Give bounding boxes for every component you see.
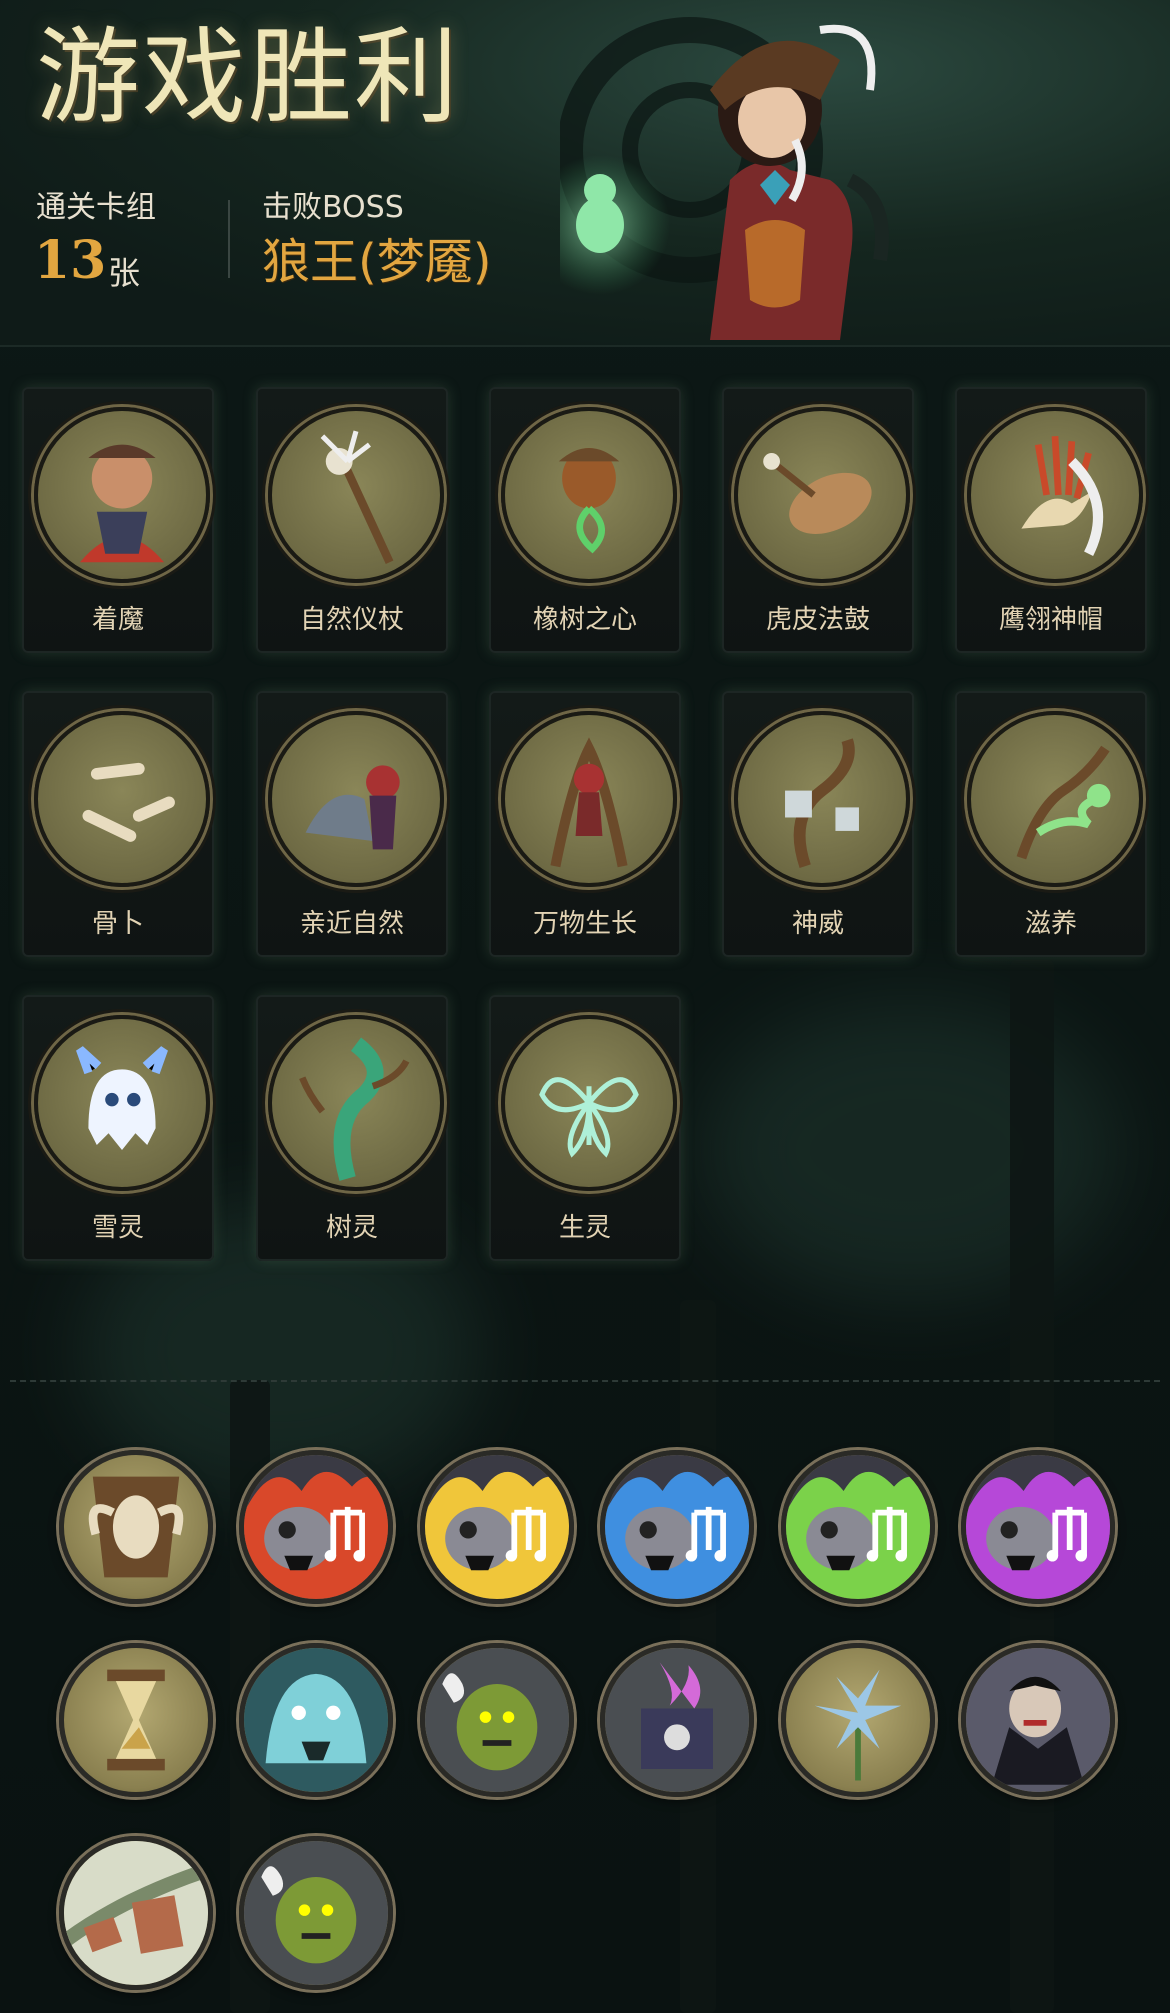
butterfly-spirit-icon <box>501 1015 677 1191</box>
deck-unit: 张 <box>108 254 141 292</box>
deck-card[interactable]: 着魔 <box>22 387 214 653</box>
deck-card[interactable]: 神威 <box>722 691 914 957</box>
deck-card[interactable]: 虎皮法鼓 <box>722 387 914 653</box>
card-label: 生灵 <box>558 1213 611 1243</box>
deck-card[interactable]: 生灵 <box>489 995 681 1261</box>
deck-card[interactable]: 亲近自然 <box>256 691 448 957</box>
deck-card[interactable]: 雪灵 <box>22 995 214 1261</box>
tiger-drum-icon <box>734 407 910 583</box>
deck-label: 通关卡组 <box>36 190 156 225</box>
card-label: 虎皮法鼓 <box>765 605 870 635</box>
possessed-boy-icon <box>34 407 210 583</box>
card-label: 骨卜 <box>91 909 144 939</box>
green-ogre-ghost-icon[interactable] <box>239 1836 393 1990</box>
vampire-icon[interactable] <box>961 1643 1115 1797</box>
victory-header: 游戏胜利 通关卡组 13 张 击败BOSS 狼王(梦魇) <box>0 0 1170 347</box>
red-flame-skull-music-icon[interactable] <box>239 1450 393 1604</box>
ghost-tiger-icon[interactable] <box>239 1643 393 1797</box>
acorn-heart-icon <box>501 407 677 583</box>
nourish-icon <box>967 711 1143 887</box>
skull-book-pink-flame-icon[interactable] <box>600 1643 754 1797</box>
deck-card[interactable]: 橡树之心 <box>489 387 681 653</box>
card-label: 自然仪杖 <box>299 605 404 635</box>
yellow-flame-skull-music-icon[interactable] <box>420 1450 574 1604</box>
tree-spirit-icon <box>268 1015 444 1191</box>
wolf-girl-icon <box>268 711 444 887</box>
blue-flame-skull-music-icon[interactable] <box>600 1450 754 1604</box>
boss-name: 狼王(梦魇) <box>262 234 492 290</box>
card-label: 亲近自然 <box>299 909 404 939</box>
deck-card[interactable]: 树灵 <box>256 995 448 1261</box>
ram-skull-shield-icon[interactable] <box>59 1450 213 1604</box>
growth-girl-icon <box>501 711 677 887</box>
card-label: 万物生长 <box>532 909 637 939</box>
flying-scroll-icon[interactable] <box>59 1836 213 1990</box>
deck-card[interactable]: 骨卜 <box>22 691 214 957</box>
boss-label: 击败BOSS <box>262 190 404 225</box>
deck-card[interactable]: 自然仪杖 <box>256 387 448 653</box>
deck-card[interactable]: 鹰翎神帽 <box>955 387 1147 653</box>
divine-vine-icon <box>734 711 910 887</box>
green-ogre-ghost-icon[interactable] <box>420 1643 574 1797</box>
stat-divider <box>228 200 230 278</box>
purple-flame-skull-music-icon[interactable] <box>961 1450 1115 1604</box>
eagle-headdress-icon <box>967 407 1143 583</box>
card-label: 雪灵 <box>91 1213 144 1243</box>
deck-card[interactable]: 滋养 <box>955 691 1147 957</box>
card-label: 着魔 <box>91 605 144 635</box>
card-label: 树灵 <box>325 1213 378 1243</box>
blue-flower-icon[interactable] <box>781 1643 935 1797</box>
hero-character-illustration <box>560 17 889 340</box>
background-glow <box>700 1000 1120 1300</box>
snow-spirit-icon <box>34 1015 210 1191</box>
deck-card[interactable]: 万物生长 <box>489 691 681 957</box>
deck-count: 13 <box>34 230 107 291</box>
nature-staff-icon <box>268 407 444 583</box>
card-label: 滋养 <box>1024 909 1077 939</box>
card-label: 橡树之心 <box>532 605 637 635</box>
bones-icon <box>34 711 210 887</box>
card-label: 鹰翎神帽 <box>998 605 1103 635</box>
section-divider <box>10 1380 1160 1382</box>
hourglass-icon[interactable] <box>59 1643 213 1797</box>
page-title: 游戏胜利 <box>36 16 461 138</box>
card-label: 神威 <box>791 909 844 939</box>
green-flame-skull-music-icon[interactable] <box>781 1450 935 1604</box>
